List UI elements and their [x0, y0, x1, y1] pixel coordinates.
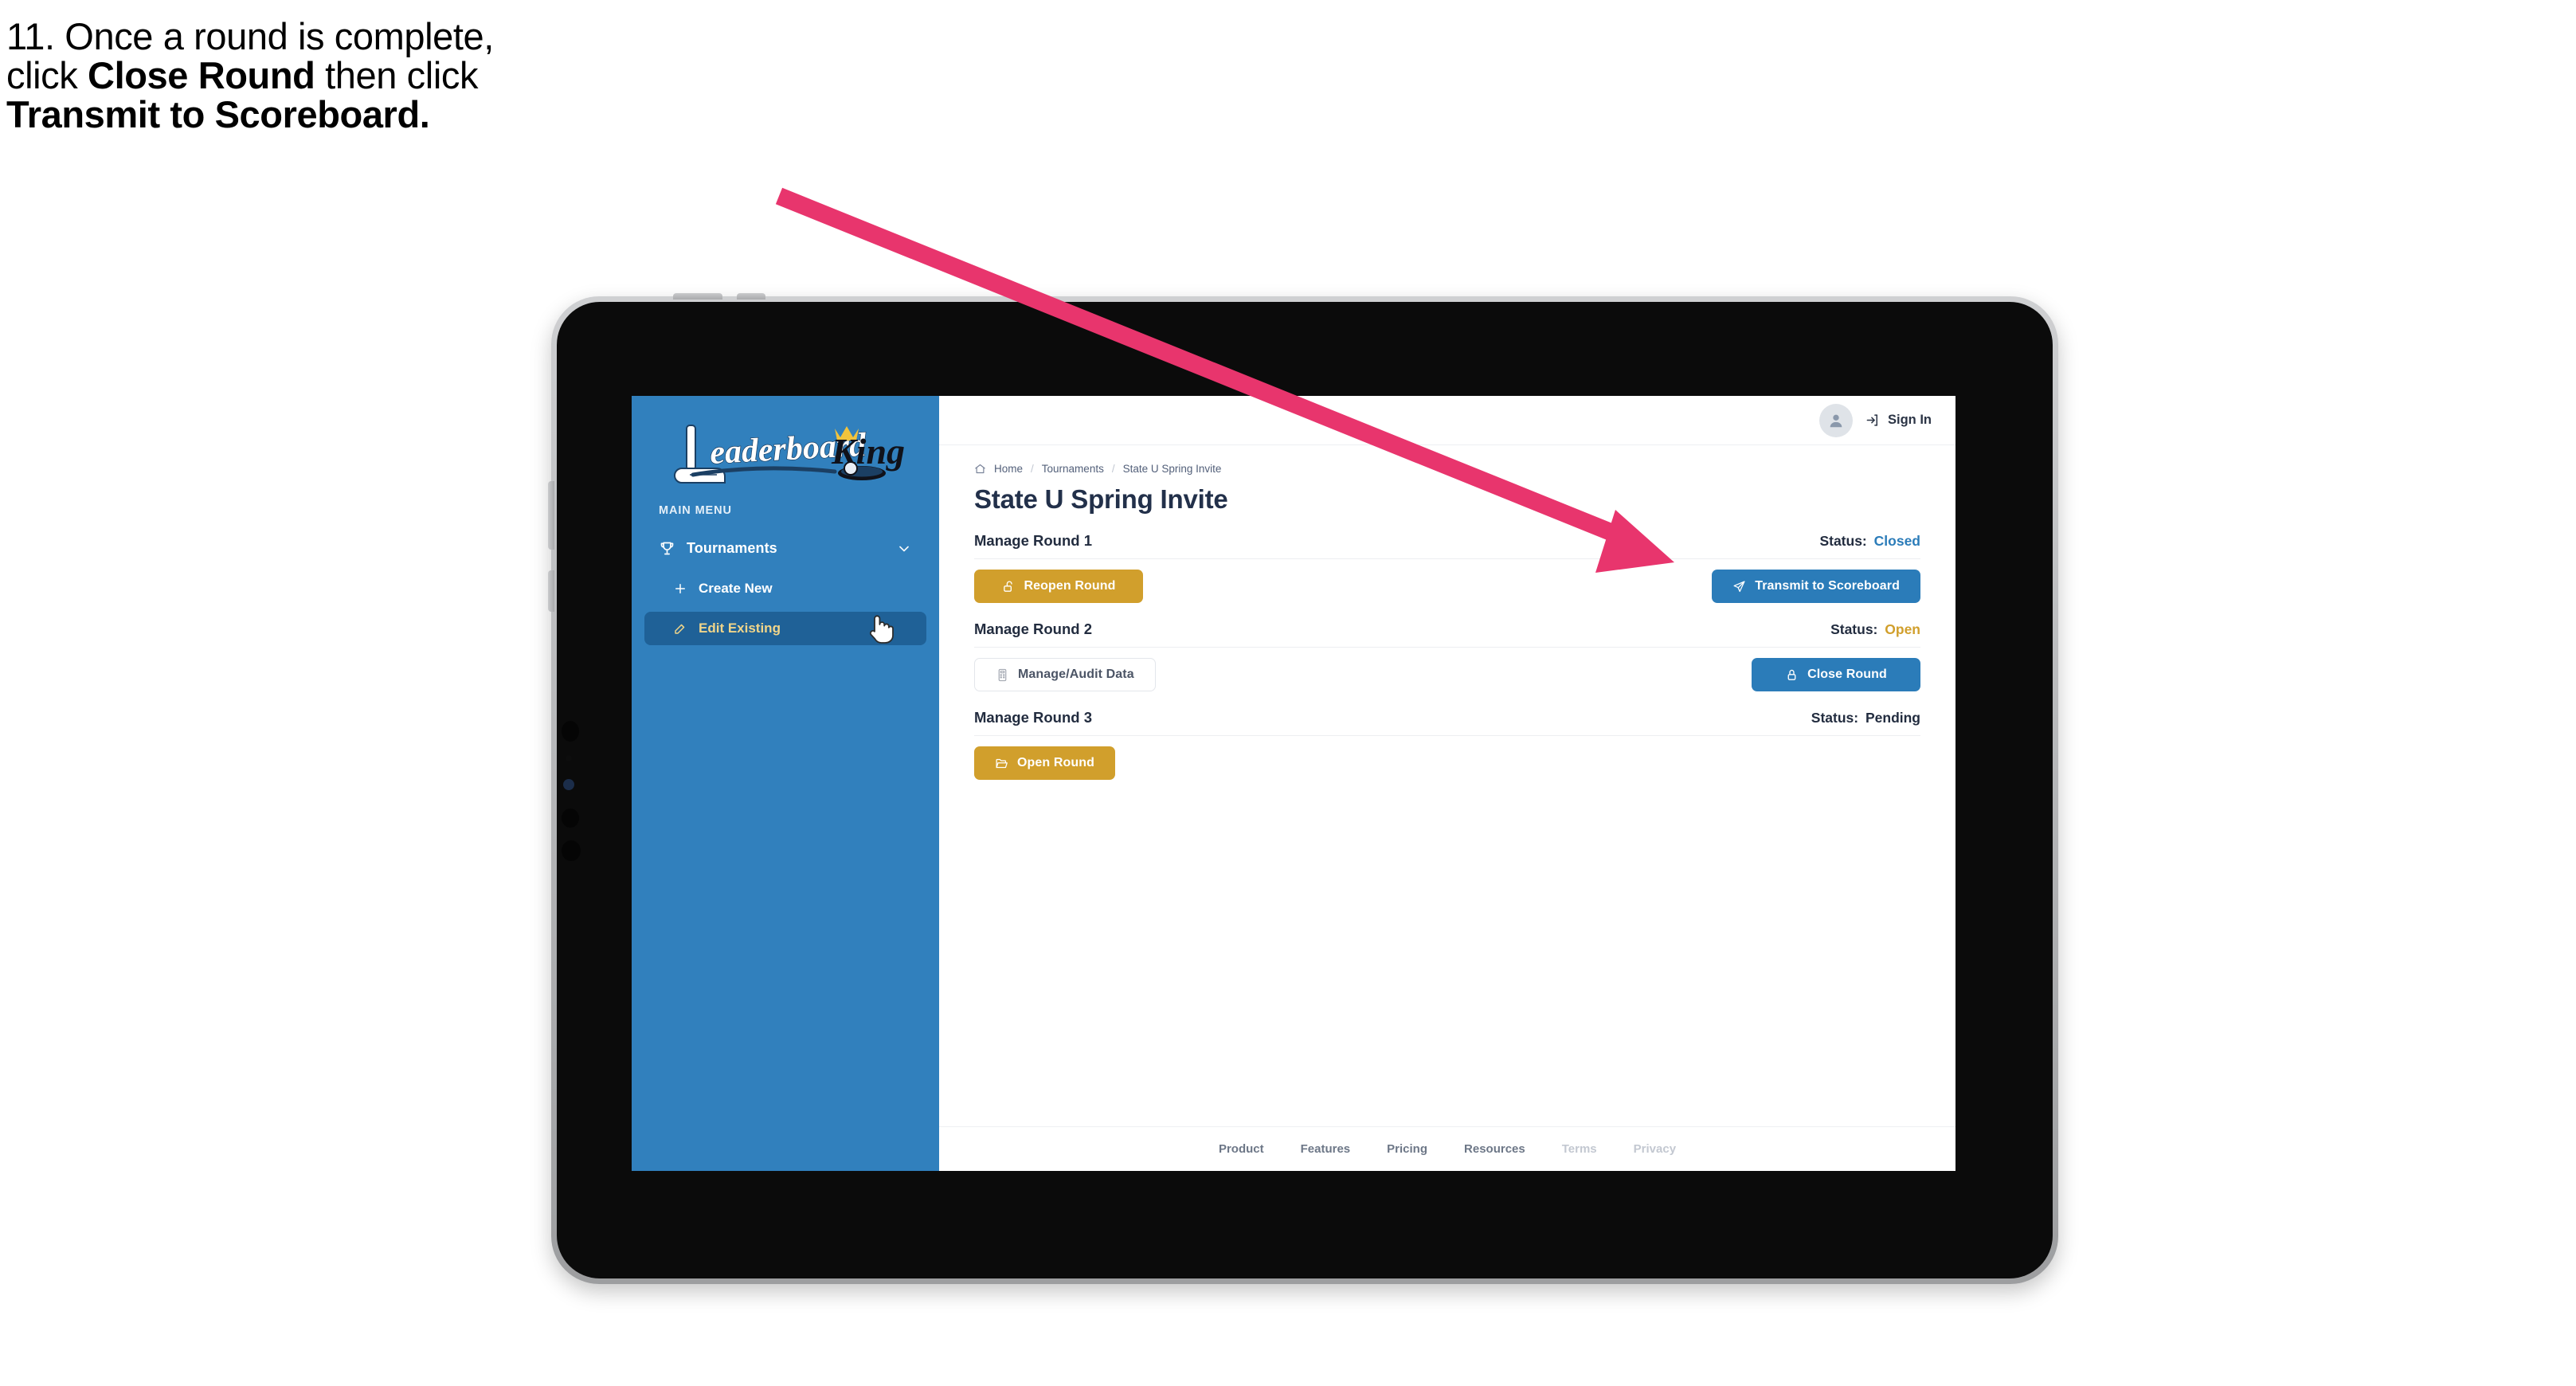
transmit-to-scoreboard-button[interactable]: Transmit to Scoreboard: [1712, 570, 1920, 603]
sidebar-item-tournaments[interactable]: Tournaments: [644, 531, 926, 566]
round-1-header: Manage Round 1 Status: Closed: [974, 532, 1920, 558]
open-round-label: Open Round: [1017, 756, 1094, 769]
transmit-to-scoreboard-label: Transmit to Scoreboard: [1755, 579, 1900, 593]
caption-emphasis-close-round: Close Round: [88, 53, 315, 96]
page-title: State U Spring Invite: [974, 484, 1228, 514]
footer-link-privacy[interactable]: Privacy: [1634, 1142, 1676, 1156]
round-2-status-value: Open: [1885, 621, 1920, 637]
close-round-label: Close Round: [1807, 668, 1887, 681]
round-2-header: Manage Round 2 Status: Open: [974, 621, 1920, 647]
sidebar-item-tournaments-label: Tournaments: [687, 540, 777, 556]
round-3-status-label: Status:: [1811, 709, 1859, 726]
footer-link-product[interactable]: Product: [1219, 1142, 1264, 1156]
breadcrumb-separator-1: /: [1031, 463, 1034, 475]
manage-audit-data-label: Manage/Audit Data: [1018, 668, 1134, 681]
round-1-status: Status: Closed: [1819, 533, 1920, 550]
sidebar-item-create-new-label: Create New: [699, 581, 773, 596]
calculator-icon: [996, 668, 1009, 682]
top-bar: Sign In: [939, 396, 1955, 445]
round-1-actions: Reopen Round Transmit to Scoreboard: [974, 559, 1920, 603]
round-2-title: Manage Round 2: [974, 621, 1093, 637]
sign-in-button[interactable]: Sign In: [1865, 413, 1932, 428]
round-3-actions: Open Round: [974, 736, 1920, 780]
trophy-icon: [659, 540, 675, 557]
paper-plane-icon: [1732, 580, 1746, 593]
sidebar-item-edit-existing[interactable]: Edit Existing: [644, 612, 926, 645]
sidebar-nav: Tournaments Create New Edit Existing: [632, 531, 939, 645]
tablet-camera-icon: [562, 721, 579, 742]
round-1-status-value: Closed: [1873, 532, 1920, 549]
round-3-status-value: Pending: [1865, 709, 1920, 726]
sidebar-section-label: MAIN MENU: [659, 504, 732, 517]
round-1-title: Manage Round 1: [974, 532, 1093, 549]
tablet-indicator-light: [563, 779, 574, 790]
caption-line-1: 11. Once a round is complete,: [6, 15, 494, 57]
sidebar: eaderboard King MAIN MENU Tournaments Cr…: [632, 396, 939, 1171]
app-logo[interactable]: eaderboard King: [632, 417, 939, 490]
breadcrumb-item-current: State U Spring Invite: [1122, 463, 1222, 475]
unlock-icon: [1002, 580, 1016, 593]
reopen-round-button[interactable]: Reopen Round: [974, 570, 1143, 603]
footer-link-terms[interactable]: Terms: [1562, 1142, 1597, 1156]
round-2-status: Status: Open: [1830, 621, 1920, 638]
footer-link-pricing[interactable]: Pricing: [1387, 1142, 1427, 1156]
round-1-status-label: Status:: [1819, 532, 1867, 549]
breadcrumb-separator-2: /: [1111, 463, 1115, 475]
page-body: Home / Tournaments / State U Spring Invi…: [939, 445, 1955, 1126]
footer-nav: Product Features Pricing Resources Terms…: [939, 1126, 1955, 1171]
breadcrumb-item-home[interactable]: Home: [994, 463, 1023, 475]
caption-line-2-suffix: then click: [315, 53, 479, 96]
sidebar-item-create-new[interactable]: Create New: [644, 572, 926, 605]
sign-in-arrow-icon: [1865, 413, 1881, 428]
reopen-round-label: Reopen Round: [1024, 579, 1116, 593]
tablet-speaker-hole-upper: [562, 808, 579, 828]
round-2-actions: Manage/Audit Data Close Round: [974, 648, 1920, 691]
footer-link-features[interactable]: Features: [1301, 1142, 1351, 1156]
tablet-side-button-lower: [548, 570, 554, 612]
tablet-volume-button: [673, 293, 722, 300]
main-content: Sign In Home / Tournaments / State U Spr…: [939, 396, 1955, 1171]
user-avatar-icon[interactable]: [1819, 403, 1853, 437]
breadcrumb: Home / Tournaments / State U Spring Invi…: [974, 463, 1920, 475]
manage-audit-data-button[interactable]: Manage/Audit Data: [974, 658, 1156, 691]
plus-icon: [673, 581, 687, 596]
lock-icon: [1785, 668, 1799, 682]
tablet-side-button-upper: [548, 481, 554, 550]
caption-line-2-prefix: click: [6, 53, 88, 96]
round-section-2: Manage Round 2 Status: Open Manage/Audit…: [974, 621, 1920, 691]
tablet-speaker-hole-lower: [562, 840, 581, 861]
instruction-caption: 11. Once a round is complete, click Clos…: [6, 15, 851, 135]
open-round-button[interactable]: Open Round: [974, 746, 1115, 780]
caption-line-2: click Close Round then click: [6, 53, 851, 96]
tablet-sensor-dot: [566, 755, 572, 762]
sign-in-label: Sign In: [1888, 413, 1932, 427]
round-3-status: Status: Pending: [1811, 710, 1920, 726]
round-3-header: Manage Round 3 Status: Pending: [974, 709, 1920, 735]
round-3-title: Manage Round 3: [974, 709, 1093, 726]
sidebar-item-edit-existing-label: Edit Existing: [699, 621, 781, 636]
folder-open-icon: [995, 757, 1008, 770]
edit-pencil-icon: [673, 621, 687, 636]
caption-line-3: Transmit to Scoreboard.: [6, 92, 851, 135]
app-screen: eaderboard King MAIN MENU Tournaments Cr…: [632, 396, 1955, 1171]
svg-text:King: King: [831, 431, 905, 472]
round-section-1: Manage Round 1 Status: Closed Reopen Rou…: [974, 532, 1920, 603]
round-2-status-label: Status:: [1830, 621, 1878, 637]
close-round-button[interactable]: Close Round: [1752, 658, 1920, 691]
chevron-down-icon[interactable]: [896, 541, 912, 557]
home-icon[interactable]: [974, 463, 986, 475]
caption-emphasis-transmit: Transmit to Scoreboard.: [6, 92, 430, 135]
screenshot-root: 11. Once a round is complete, click Clos…: [0, 0, 2576, 1386]
tablet-power-button: [737, 293, 765, 300]
footer-link-resources[interactable]: Resources: [1464, 1142, 1525, 1156]
round-section-3: Manage Round 3 Status: Pending Open Roun…: [974, 709, 1920, 780]
breadcrumb-item-tournaments[interactable]: Tournaments: [1042, 463, 1104, 475]
